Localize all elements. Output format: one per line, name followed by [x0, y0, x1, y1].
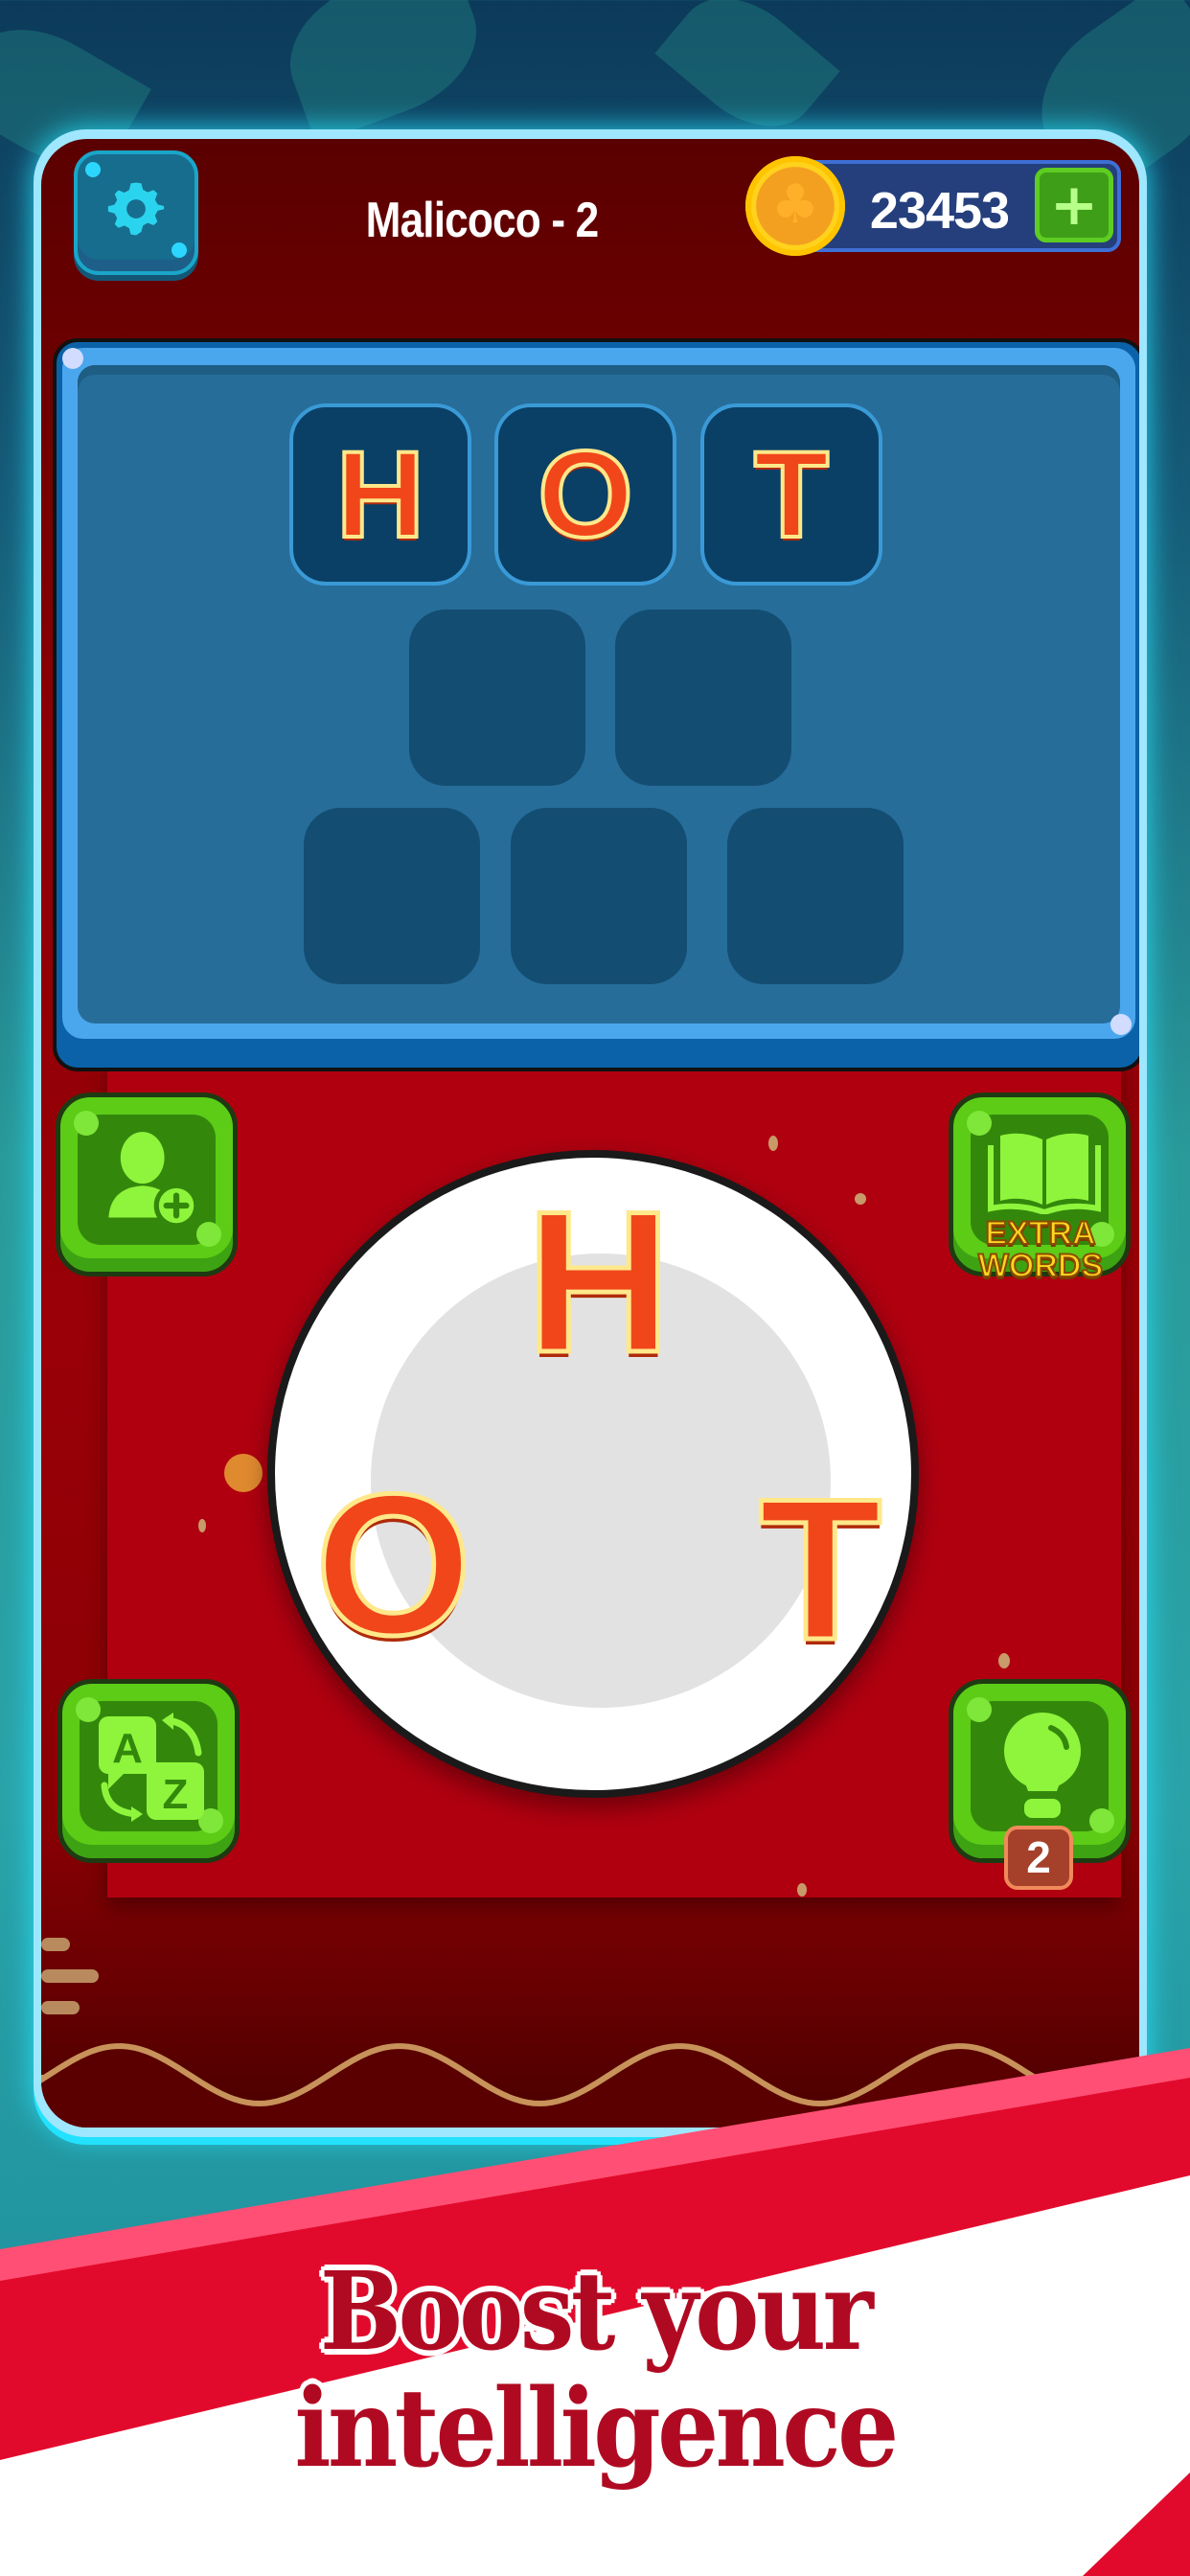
svg-text:A: A	[112, 1725, 143, 1772]
extra-words-label-line2: WORDS	[977, 1248, 1104, 1284]
club-glyph: ♣	[770, 173, 820, 236]
confetti	[998, 1653, 1010, 1668]
confetti	[198, 1519, 206, 1532]
club-coin-icon: ♣	[745, 156, 845, 256]
letter-slot-empty	[727, 808, 904, 984]
background-leaf	[270, 0, 496, 144]
slot-letter: T	[752, 426, 831, 564]
gear-icon	[107, 182, 165, 236]
letter-slot-empty	[304, 808, 480, 984]
button-shine	[1089, 1808, 1114, 1833]
user-add-icon	[108, 1132, 199, 1229]
wave-decoration	[41, 2043, 1139, 2128]
button-shine	[172, 242, 187, 258]
extra-words-label: EXTRA WORDS	[950, 1215, 1132, 1284]
promo-headline-line1: Boost your	[319, 2249, 874, 2375]
confetti	[797, 1883, 807, 1897]
promo-headline-line2: intelligence	[294, 2366, 899, 2492]
lightbulb-icon	[1004, 1713, 1081, 1818]
decor-line	[41, 2001, 80, 2014]
letter-slot-empty	[615, 610, 791, 786]
letter-slot: H	[289, 403, 471, 586]
letter-slot-empty	[409, 610, 585, 786]
shuffle-button[interactable]: A Z	[57, 1679, 240, 1863]
shuffle-az-icon: A Z	[99, 1713, 204, 1822]
decor-line	[41, 1938, 70, 1951]
button-shine	[967, 1697, 992, 1722]
confetti	[855, 1193, 866, 1205]
book-icon	[988, 1133, 1101, 1214]
extra-words-label-line1: EXTRA	[984, 1215, 1096, 1252]
button-shine	[74, 1111, 99, 1136]
letter-wheel[interactable]: H O T	[267, 1150, 919, 1798]
decor-line	[41, 1969, 99, 1983]
slot-letter: O	[536, 426, 635, 564]
game-frame: Malicoco - 2 ♣ 23453 + H O T EXTRA WORDS…	[34, 129, 1147, 2137]
promo-headline: Boost your intelligence	[59, 2254, 1131, 2488]
slot-letter: H	[334, 426, 426, 564]
svg-text:Z: Z	[163, 1771, 189, 1818]
letter-slot: T	[700, 403, 882, 586]
wheel-letter-t[interactable]: T	[756, 1466, 883, 1672]
letter-slot-empty	[511, 808, 687, 984]
add-coins-button[interactable]: +	[1035, 168, 1113, 242]
level-title: Malicoco - 2	[365, 193, 600, 248]
hint-count-badge: 2	[1004, 1826, 1073, 1890]
wheel-letter-h[interactable]: H	[524, 1179, 675, 1385]
letter-slot: O	[494, 403, 676, 586]
button-shine	[85, 162, 101, 177]
coin-count: 23453	[869, 182, 1010, 240]
settings-button[interactable]	[74, 150, 198, 275]
invite-friend-button[interactable]	[56, 1092, 238, 1276]
game-screen: Malicoco - 2 ♣ 23453 + H O T EXTRA WORDS…	[41, 139, 1139, 2128]
confetti	[768, 1136, 778, 1151]
plus-icon: +	[1049, 172, 1099, 239]
word-grid-panel: H O T	[53, 338, 1139, 1071]
wheel-letter-o[interactable]: O	[312, 1461, 473, 1668]
panel-pin	[62, 348, 83, 369]
panel-pin	[1110, 1014, 1132, 1035]
coin-decoration	[224, 1454, 263, 1492]
